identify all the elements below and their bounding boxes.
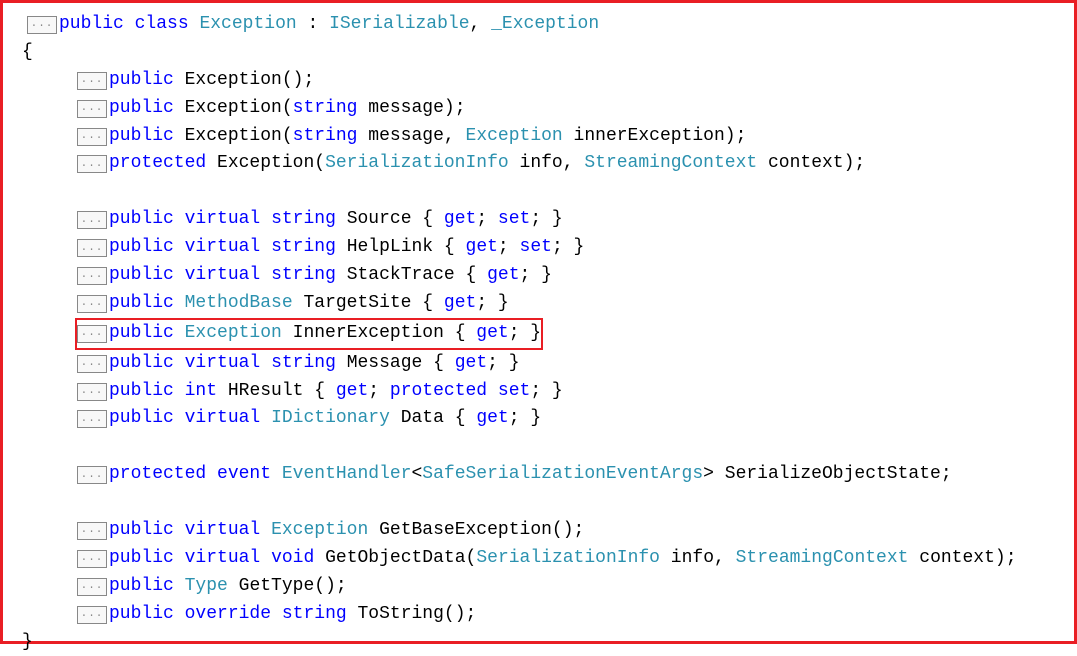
property-innerexception-highlighted: ... public Exception InnerException { ge…: [7, 318, 1064, 350]
collapse-toggle-icon[interactable]: ...: [77, 100, 107, 118]
type-exception-interface: _Exception: [491, 11, 599, 39]
method-gettype: ... public Type GetType();: [7, 573, 1064, 601]
method-getbaseexception: ... public virtual Exception GetBaseExce…: [7, 517, 1064, 545]
open-brace-line: {: [7, 39, 1064, 67]
constructor-default: ... public Exception();: [7, 67, 1064, 95]
collapse-toggle-icon[interactable]: ...: [77, 522, 107, 540]
property-data: ... public virtual IDictionary Data { ge…: [7, 405, 1064, 433]
property-message: ... public virtual string Message { get;…: [7, 350, 1064, 378]
collapse-toggle-icon[interactable]: ...: [77, 72, 107, 90]
class-declaration-line: ... public class Exception : ISerializab…: [7, 11, 1064, 39]
collapse-toggle-icon[interactable]: ...: [77, 267, 107, 285]
blank-line: [7, 433, 1064, 461]
collapse-toggle-icon[interactable]: ...: [77, 550, 107, 568]
collapse-toggle-icon[interactable]: ...: [77, 295, 107, 313]
collapse-toggle-icon[interactable]: ...: [77, 355, 107, 373]
collapse-toggle-icon[interactable]: ...: [77, 239, 107, 257]
keyword-class: class: [135, 11, 189, 39]
collapse-toggle-icon[interactable]: ...: [77, 155, 107, 173]
collapse-toggle-icon[interactable]: ...: [77, 128, 107, 146]
property-helplink: ... public virtual string HelpLink { get…: [7, 234, 1064, 262]
constructor-protected: ... protected Exception(SerializationInf…: [7, 150, 1064, 178]
property-stacktrace: ... public virtual string StackTrace { g…: [7, 262, 1064, 290]
code-editor-panel: ... public class Exception : ISerializab…: [0, 0, 1077, 644]
close-brace-line: }: [7, 629, 1064, 656]
collapse-toggle-icon[interactable]: ...: [77, 410, 107, 428]
method-tostring: ... public override string ToString();: [7, 601, 1064, 629]
collapse-toggle-icon[interactable]: ...: [77, 466, 107, 484]
constructor-message: ... public Exception(string message);: [7, 95, 1064, 123]
property-hresult: ... public int HResult { get; protected …: [7, 378, 1064, 406]
property-source: ... public virtual string Source { get; …: [7, 206, 1064, 234]
constructor-inner: ... public Exception(string message, Exc…: [7, 123, 1064, 151]
collapse-toggle-icon[interactable]: ...: [77, 325, 107, 343]
collapse-toggle-icon[interactable]: ...: [77, 383, 107, 401]
method-getobjectdata: ... public virtual void GetObjectData(Se…: [7, 545, 1064, 573]
collapse-toggle-icon[interactable]: ...: [77, 606, 107, 624]
type-exception: Exception: [199, 11, 296, 39]
event-serializeobjectstate: ... protected event EventHandler<SafeSer…: [7, 461, 1064, 489]
type-iserializable: ISerializable: [329, 11, 469, 39]
blank-line: [7, 178, 1064, 206]
property-targetsite: ... public MethodBase TargetSite { get; …: [7, 290, 1064, 318]
collapse-toggle-icon[interactable]: ...: [27, 16, 57, 34]
blank-line: [7, 489, 1064, 517]
keyword-public: public: [59, 11, 124, 39]
collapse-toggle-icon[interactable]: ...: [77, 578, 107, 596]
collapse-toggle-icon[interactable]: ...: [77, 211, 107, 229]
